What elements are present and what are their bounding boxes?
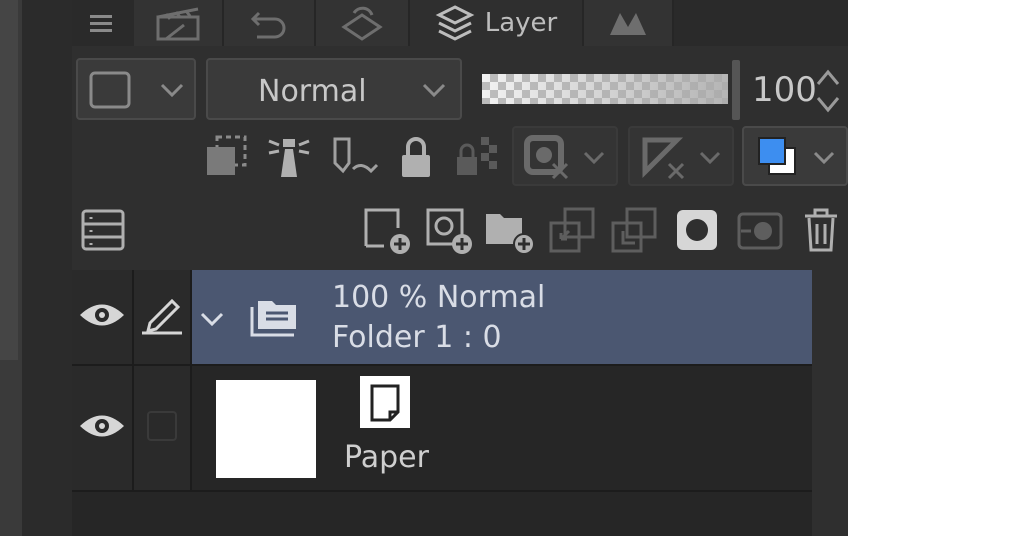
apply-mask-icon[interactable] — [732, 204, 786, 256]
clip-to-layer-icon[interactable] — [202, 132, 252, 182]
new-folder-icon[interactable] — [482, 204, 538, 256]
layer-property-icon — [338, 5, 386, 41]
chevron-down-icon — [696, 146, 724, 170]
tab-layer-property[interactable] — [316, 0, 410, 46]
clapper-icon — [154, 5, 202, 41]
blend-mode-dropdown[interactable]: Normal — [206, 58, 462, 120]
blend-opacity-row: Normal 100 — [72, 52, 848, 124]
folder-blend-info: 100 % Normal — [332, 280, 546, 315]
new-vector-layer-icon[interactable] — [422, 204, 476, 256]
folder-layer-icon — [244, 292, 304, 342]
edit-target-toggle[interactable] — [134, 366, 192, 490]
transfer-down-icon[interactable] — [546, 204, 600, 256]
chevron-down-icon — [420, 78, 448, 102]
panel-tab-bar: Layer — [72, 0, 848, 46]
opacity-value[interactable]: 100 — [752, 70, 817, 110]
layers-icon — [435, 3, 475, 43]
lock-transparency-icon[interactable] — [452, 132, 502, 182]
layer-row-folder[interactable]: 100 % Normal Folder 1 : 0 — [72, 270, 812, 366]
layer-commands-row — [72, 198, 848, 262]
opacity-spinner-icon[interactable] — [814, 66, 842, 116]
chevron-down-icon — [158, 78, 186, 102]
layer-color-dropdown[interactable] — [76, 58, 196, 120]
paper-layer-icon — [360, 376, 410, 428]
app-window: Layer Normal 100 100 % Normal Folder 1:… — [0, 0, 848, 536]
empty-checkbox-icon — [145, 409, 179, 447]
chevron-down-icon — [580, 146, 608, 170]
layer-color-icon — [752, 134, 802, 180]
merge-down-icon[interactable] — [608, 204, 662, 256]
lock-icon[interactable] — [394, 132, 438, 182]
folder-layer-name: Folder 1 : 0 — [332, 320, 502, 355]
draft-layer-icon[interactable] — [326, 132, 382, 182]
eye-icon — [78, 411, 126, 445]
layer-list: 100 % Normal Folder 1 : 0 Paper — [72, 270, 812, 536]
create-mask-icon[interactable] — [672, 204, 722, 256]
chevron-down-icon[interactable] — [196, 304, 228, 334]
delete-icon[interactable] — [798, 204, 844, 256]
layer-panel: Layer Normal 100 100 % Normal Folder 1:… — [72, 0, 848, 536]
tab-animation[interactable] — [134, 0, 224, 46]
opacity-slider[interactable] — [482, 74, 728, 104]
square-outline-icon — [88, 70, 132, 110]
eye-icon — [78, 300, 126, 334]
navigator-icon — [604, 5, 652, 41]
left-strip — [0, 0, 22, 536]
visibility-toggle[interactable] — [72, 270, 134, 364]
new-raster-layer-icon[interactable] — [360, 204, 414, 256]
layer-attributes-row — [72, 126, 848, 188]
tab-history[interactable] — [224, 0, 316, 46]
pen-icon — [140, 295, 184, 339]
tab-layer[interactable]: Layer — [410, 0, 584, 46]
visibility-toggle[interactable] — [72, 366, 134, 490]
folder-layer-body[interactable]: 100 % Normal Folder 1 : 0 — [192, 270, 812, 364]
tab-navigator[interactable] — [584, 0, 674, 46]
edit-target-toggle[interactable] — [134, 270, 192, 364]
blend-mode-label: Normal — [258, 74, 367, 109]
ruler-dropdown[interactable] — [628, 126, 734, 186]
layer-color-button[interactable] — [742, 126, 848, 186]
chevron-down-icon — [810, 146, 838, 170]
layer-list-scroll-area[interactable] — [812, 270, 848, 536]
undo-history-icon — [245, 5, 293, 41]
paper-layer-body[interactable]: Paper — [192, 366, 812, 490]
paper-thumbnail — [216, 380, 316, 478]
layer-row-paper[interactable]: Paper — [72, 366, 812, 492]
opacity-slider-handle[interactable] — [732, 60, 740, 120]
paper-layer-name: Paper — [344, 440, 429, 475]
mask-dropdown[interactable] — [512, 126, 618, 186]
left-strip-inner — [0, 0, 18, 360]
reference-layer-icon[interactable] — [264, 132, 314, 182]
ruler-disable-icon — [638, 134, 688, 180]
layer-list-toggle-icon[interactable] — [78, 206, 128, 254]
tab-layer-label: Layer — [484, 8, 558, 38]
hamburger-icon[interactable] — [86, 8, 116, 38]
mask-disable-icon — [522, 134, 572, 180]
left-gap — [22, 0, 72, 536]
